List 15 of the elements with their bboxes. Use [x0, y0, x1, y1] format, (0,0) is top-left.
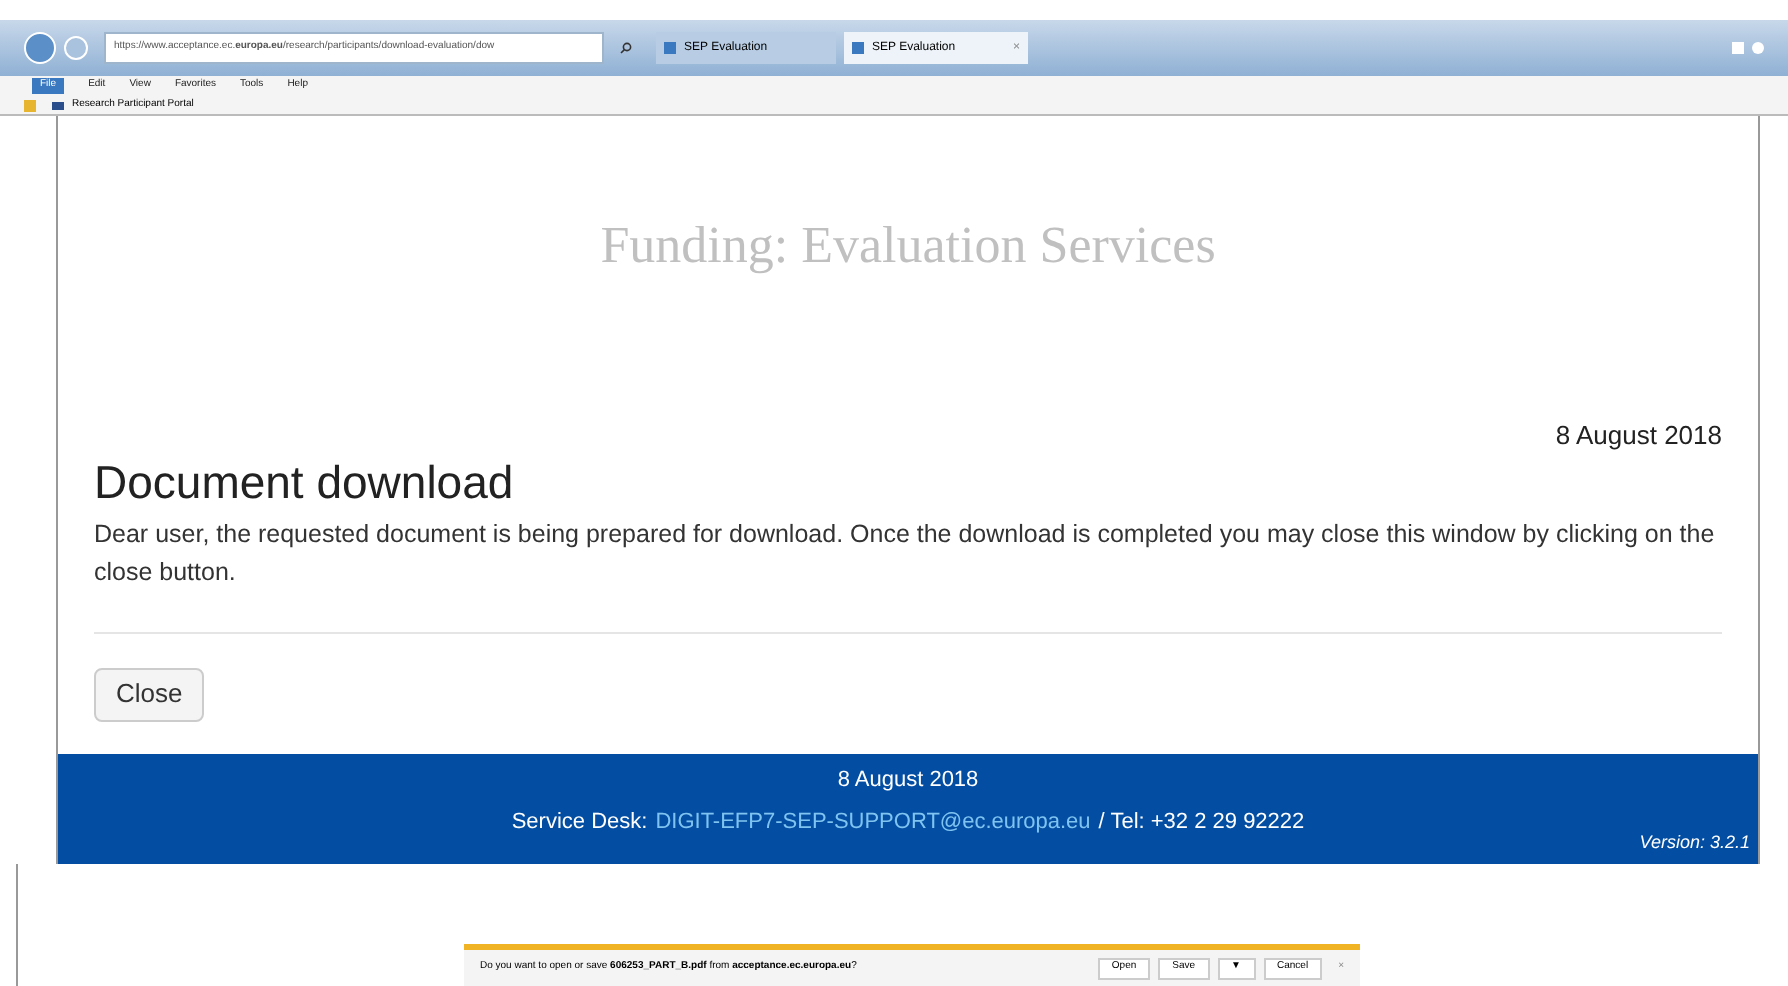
phone-text: / Tel: +32 2 29 92222 — [1098, 808, 1305, 838]
version-text: Version: 3.2.1 — [1639, 830, 1750, 856]
footer-date: 8 August 2018 — [837, 767, 979, 791]
page-icon — [852, 42, 864, 54]
forward-icon[interactable] — [64, 36, 88, 60]
date-text: 8 August 2018 — [1555, 418, 1722, 454]
email-link[interactable]: DIGIT-EFP7-SEP-SUPPORT@ec.europa.eu — [655, 806, 1091, 839]
page-title: Document download — [94, 455, 516, 507]
close-button[interactable]: Close — [94, 667, 205, 721]
site-title: Funding: Evaluation Services — [600, 216, 1216, 274]
message-text: Dear user, the requested document is being prepared for download. Once the download is completed you may close this window by clicking on the close button. — [94, 517, 1717, 589]
service-desk-label: Service Desk: — [511, 808, 648, 838]
page-icon — [664, 42, 676, 54]
search-icon[interactable] — [620, 42, 632, 54]
back-icon[interactable] — [24, 32, 56, 64]
